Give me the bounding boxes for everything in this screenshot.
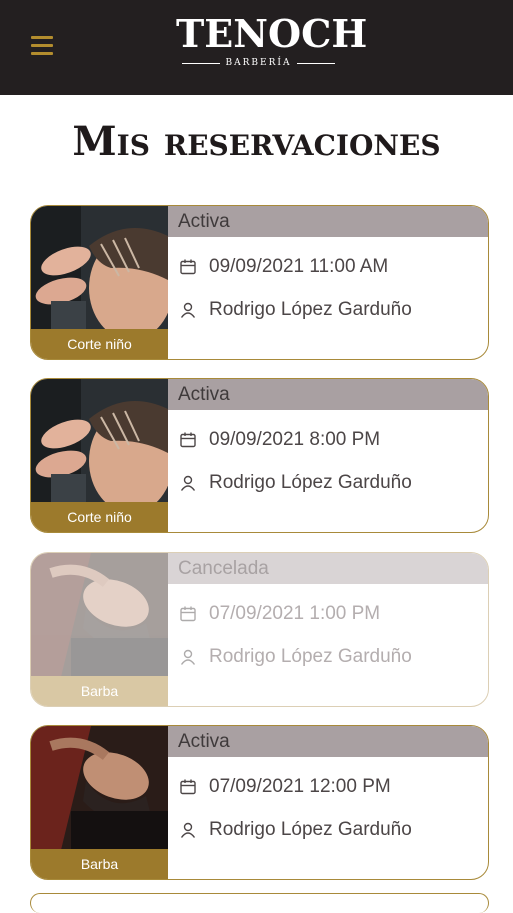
- service-thumbnail: Barba: [31, 726, 168, 879]
- service-photo: [31, 206, 168, 330]
- reservation-card[interactable]: Corte niño Activa 09/09/2021 8:00 PM Rod…: [30, 378, 489, 533]
- service-photo: [31, 379, 168, 503]
- reservation-client-row: Rodrigo López Garduño: [179, 297, 478, 323]
- service-thumbnail: Corte niño: [31, 379, 168, 532]
- reservation-client: Rodrigo López Garduño: [209, 646, 412, 667]
- reservation-client: Rodrigo López Garduño: [209, 472, 412, 493]
- hamburger-menu-icon[interactable]: [31, 36, 53, 56]
- page-title: Mis reservaciones: [72, 118, 441, 165]
- reservation-client-row: Rodrigo López Garduño: [179, 470, 478, 496]
- next-reservation-card-edge: [30, 893, 489, 913]
- reservation-datetime: 07/09/2021 1:00 PM: [209, 603, 381, 624]
- status-bar: Activa: [168, 726, 488, 757]
- reservation-date-row: 07/09/2021 1:00 PM: [179, 601, 478, 627]
- user-icon: [180, 302, 196, 318]
- service-photo: [31, 553, 168, 677]
- calendar-icon: [180, 259, 196, 275]
- reservation-date-row: 09/09/2021 8:00 PM: [179, 427, 478, 453]
- reservation-card[interactable]: Barba Cancelada 07/09/2021 1:00 PM Rodri…: [30, 552, 489, 707]
- reservation-datetime: 09/09/2021 11:00 AM: [209, 256, 389, 277]
- status-bar: Activa: [168, 379, 488, 410]
- calendar-icon: [180, 779, 196, 795]
- calendar-icon: [180, 432, 196, 448]
- brand-name: TENOCH: [176, 11, 368, 56]
- top-bar: TENOCH BARBERÍA: [0, 0, 513, 95]
- brand-logo[interactable]: TENOCH BARBERÍA: [176, 11, 368, 82]
- service-thumbnail: Corte niño: [31, 206, 168, 359]
- service-label: Corte niño: [31, 502, 168, 532]
- service-label: Corte niño: [31, 329, 168, 359]
- service-label: Barba: [31, 676, 168, 706]
- user-icon: [180, 822, 196, 838]
- status-bar: Cancelada: [168, 553, 488, 584]
- user-icon: [180, 475, 196, 491]
- service-label: Barba: [31, 849, 168, 879]
- calendar-icon: [180, 606, 196, 622]
- reservation-datetime: 07/09/2021 12:00 PM: [209, 776, 391, 797]
- service-thumbnail: Barba: [31, 553, 168, 706]
- reservation-client-row: Rodrigo López Garduño: [179, 644, 478, 670]
- reservation-date-row: 09/09/2021 11:00 AM: [179, 254, 478, 280]
- reservation-client-row: Rodrigo López Garduño: [179, 817, 478, 843]
- reservation-card[interactable]: Corte niño Activa 09/09/2021 11:00 AM Ro…: [30, 205, 489, 360]
- user-icon: [180, 649, 196, 665]
- reservation-card[interactable]: Barba Activa 07/09/2021 12:00 PM Rodrigo…: [30, 725, 489, 880]
- status-bar: Activa: [168, 206, 488, 237]
- reservation-client: Rodrigo López Garduño: [209, 819, 412, 840]
- service-photo: [31, 726, 168, 850]
- reservation-date-row: 07/09/2021 12:00 PM: [179, 774, 478, 800]
- reservation-datetime: 09/09/2021 8:00 PM: [209, 429, 381, 450]
- reservation-client: Rodrigo López Garduño: [209, 299, 412, 320]
